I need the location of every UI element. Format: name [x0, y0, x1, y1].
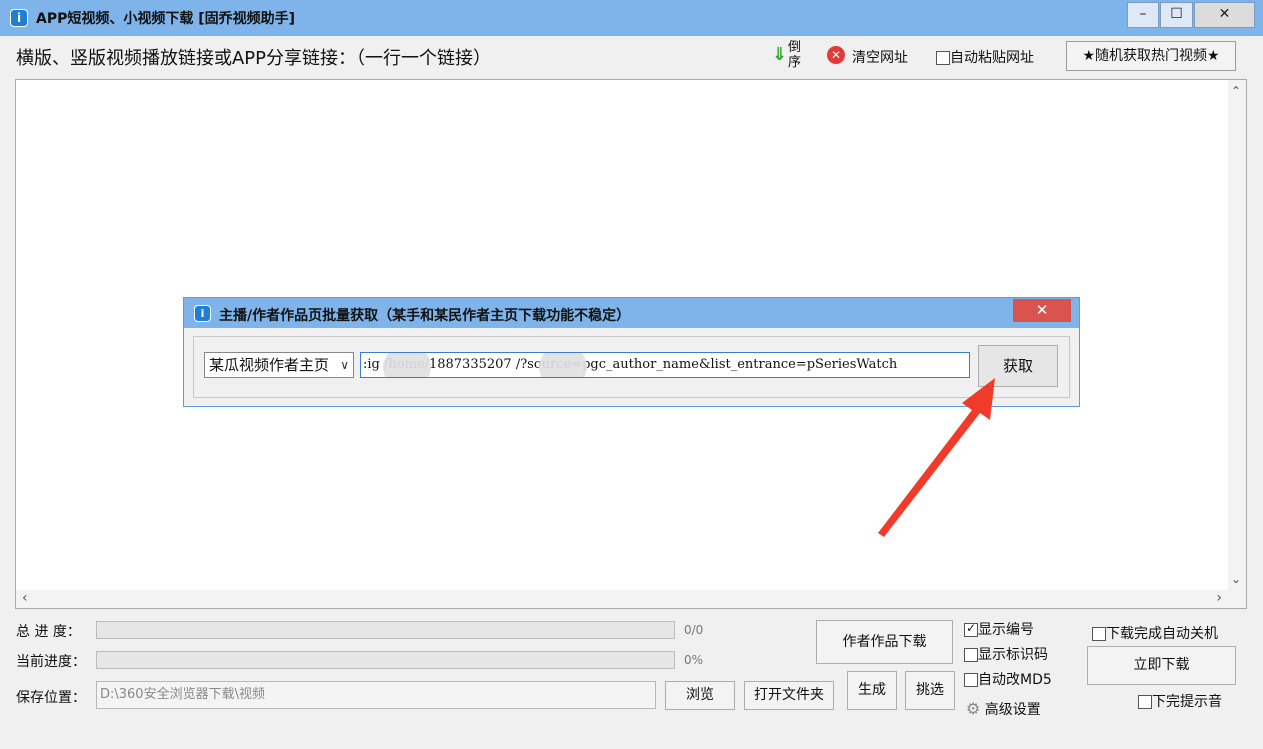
done-sound-checkbox[interactable]: 下完提示音	[1138, 691, 1222, 711]
reverse-order-button[interactable]: 倒序	[788, 40, 806, 70]
scroll-right-icon[interactable]: ›	[1216, 590, 1222, 606]
dialog-body: 某瓜视频作者主页 ∨ :ig /home/1887335207 /?source…	[193, 336, 1070, 398]
gear-icon: ⚙	[966, 699, 981, 718]
show-number-checkbox[interactable]: 显示编号	[964, 619, 1034, 639]
scroll-down-icon[interactable]: ⌄	[1231, 572, 1241, 586]
auto-shutdown-box[interactable]	[1092, 627, 1106, 641]
advanced-settings-label: 高级设置	[984, 702, 1041, 718]
app-icon: i	[10, 9, 28, 27]
generate-button[interactable]: 生成	[847, 671, 897, 710]
author-url-value: :ig /home/1887335207 /?source=pgc_author…	[363, 357, 898, 372]
dialog-app-icon: i	[194, 305, 211, 322]
pick-button[interactable]: 挑选	[905, 671, 955, 710]
title-bar: i APP短视频、小视频下载 [固乔视频助手] – ☐ ✕	[0, 0, 1263, 36]
auto-paste-box[interactable]	[936, 51, 950, 65]
auto-md5-checkbox[interactable]: 自动改MD5	[964, 669, 1052, 689]
vertical-scrollbar[interactable]: ⌃ ⌄	[1228, 80, 1246, 590]
auto-md5-label: 自动改MD5	[978, 672, 1052, 688]
show-id-box[interactable]	[964, 648, 978, 662]
window-title: APP短视频、小视频下载 [固乔视频助手]	[36, 11, 296, 27]
minimize-button[interactable]: –	[1127, 2, 1159, 28]
horizontal-scrollbar[interactable]: ‹ ›	[16, 590, 1246, 608]
auto-shutdown-checkbox[interactable]: 下载完成自动关机	[1092, 623, 1218, 643]
clear-icon[interactable]: ✕	[827, 46, 845, 64]
show-id-checkbox[interactable]: 显示标识码	[964, 644, 1048, 664]
current-progress-value: 0%	[684, 653, 704, 667]
total-progress-value: 0/0	[684, 623, 704, 637]
maximize-button[interactable]: ☐	[1160, 2, 1193, 28]
open-folder-button[interactable]: 打开文件夹	[744, 681, 834, 710]
platform-select-value: 某瓜视频作者主页	[209, 356, 330, 374]
auto-shutdown-label: 下载完成自动关机	[1106, 626, 1218, 642]
done-sound-box[interactable]	[1138, 695, 1152, 709]
fetch-button[interactable]: 获取	[978, 345, 1058, 387]
current-progress-label: 当前进度：	[16, 654, 86, 670]
advanced-settings-button[interactable]: ⚙ 高级设置	[966, 699, 1041, 719]
scroll-up-icon[interactable]: ⌃	[1231, 84, 1241, 98]
total-progress-label: 总 进 度：	[16, 624, 81, 640]
clear-urls-button[interactable]: 清空网址	[852, 47, 908, 67]
author-works-download-button[interactable]: 作者作品下载	[816, 620, 953, 664]
close-button[interactable]: ✕	[1194, 2, 1255, 28]
random-hot-videos-button[interactable]: ★随机获取热门视频★	[1066, 41, 1236, 71]
links-prompt-label: 横版、竖版视频播放链接或APP分享链接：（一行一个链接）	[16, 48, 492, 69]
auto-paste-label: 自动粘贴网址	[950, 50, 1034, 66]
dialog-title: 主播/作者作品页批量获取（某手和某民作者主页下载功能不稳定）	[219, 308, 631, 324]
author-batch-dialog: i 主播/作者作品页批量获取（某手和某民作者主页下载功能不稳定） ✕ 某瓜视频作…	[183, 297, 1080, 407]
auto-md5-box[interactable]	[964, 673, 978, 687]
browse-button[interactable]: 浏览	[665, 681, 735, 710]
save-path-input[interactable]: D:\360安全浏览器下载\视频	[96, 681, 656, 709]
done-sound-label: 下完提示音	[1152, 694, 1222, 710]
author-url-input[interactable]: :ig /home/1887335207 /?source=pgc_author…	[360, 352, 970, 378]
dialog-close-button[interactable]: ✕	[1013, 299, 1071, 322]
show-id-label: 显示标识码	[978, 647, 1048, 663]
chevron-down-icon[interactable]: ∨	[340, 353, 349, 377]
save-location-label: 保存位置：	[16, 690, 86, 706]
auto-paste-checkbox[interactable]: 自动粘贴网址	[936, 47, 1034, 67]
redaction-blur	[539, 353, 587, 377]
current-progress-bar	[96, 651, 675, 669]
platform-select[interactable]: 某瓜视频作者主页 ∨	[204, 352, 354, 378]
scroll-left-icon[interactable]: ‹	[22, 590, 28, 606]
total-progress-bar	[96, 621, 675, 639]
redaction-blur	[383, 353, 431, 377]
show-number-label: 显示编号	[978, 622, 1034, 638]
show-number-box[interactable]	[964, 621, 978, 637]
sort-down-icon[interactable]: ⇓	[772, 44, 787, 65]
dialog-title-bar: i 主播/作者作品页批量获取（某手和某民作者主页下载功能不稳定） ✕	[184, 298, 1079, 328]
download-now-button[interactable]: 立即下载	[1087, 646, 1236, 685]
